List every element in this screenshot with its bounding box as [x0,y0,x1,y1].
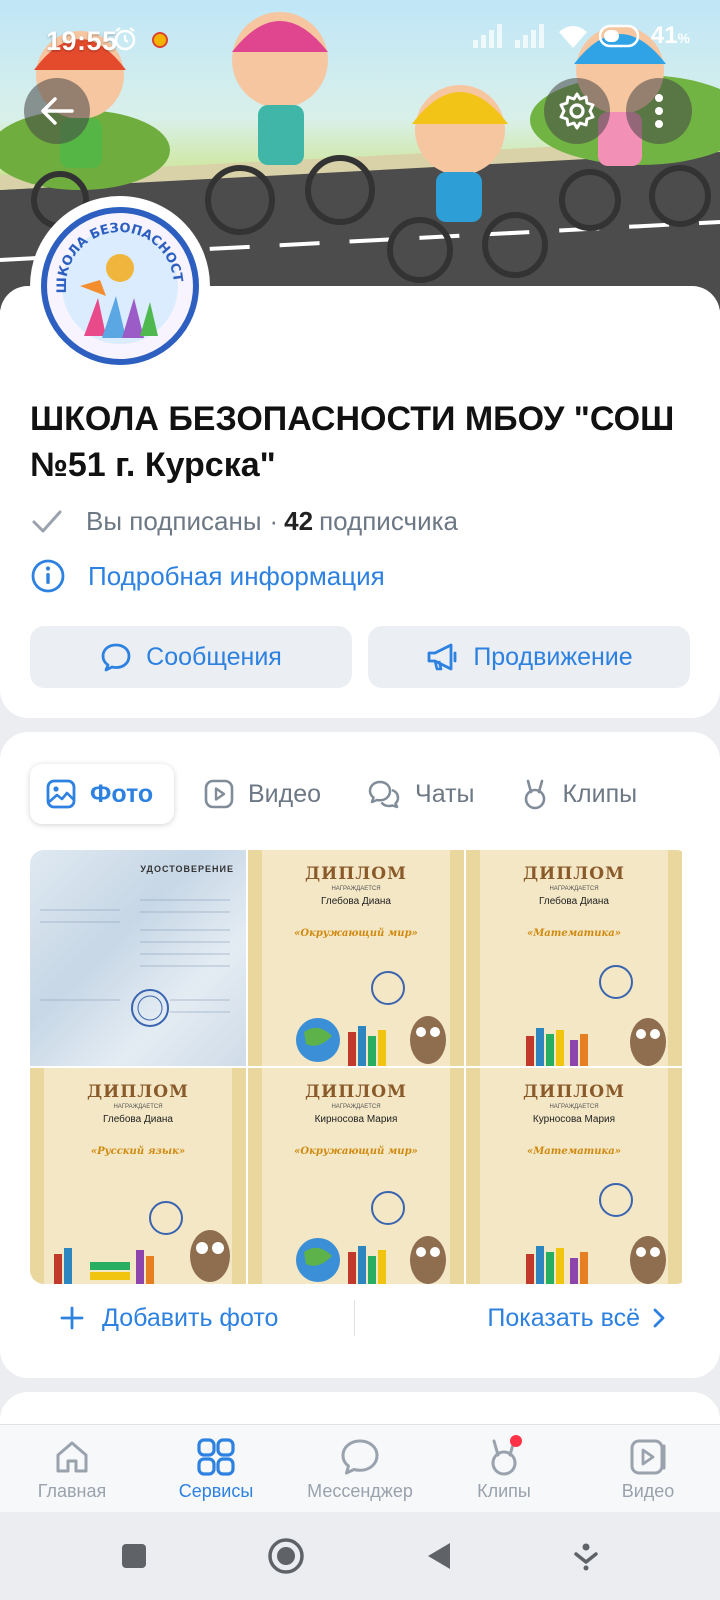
diploma-art-icon [466,850,682,1066]
more-vertical-icon [655,94,663,128]
status-time: 19:55 [46,26,118,56]
tab-chats-label: Чаты [415,779,475,808]
wifi-icon [558,26,587,48]
show-all-button[interactable]: Показать всё [355,1304,690,1333]
notification-badge [510,1435,522,1447]
battery-percent: 41 [650,22,678,49]
photo-thumbnail-3[interactable]: ДИПЛОМ НАГРАЖДАЕТСЯ Глебова Диана «Матем… [466,850,682,1066]
nav-video-label: Видео [621,1481,675,1501]
nav-services[interactable]: Сервисы [144,1425,288,1512]
chats-icon [368,780,400,809]
diploma-art-icon [248,850,464,1066]
tab-chats[interactable]: Чаты [351,764,490,824]
back-button[interactable] [24,78,90,144]
nav-home-label: Главная [37,1481,107,1501]
photo-thumbnail-4[interactable]: ДИПЛОМ НАГРАЖДАЕТСЯ Глебова Диана «Русск… [30,1068,246,1284]
nav-clips[interactable]: Клипы [432,1425,576,1512]
separator: · [269,505,279,536]
more-button[interactable] [626,78,692,144]
subscription-row[interactable]: Вы подписаны · 42 подписчика [30,504,458,538]
media-card: Фото Видео Чаты Клипы УДОСТОВЕРЕНИЕ ДИПЛ… [0,732,720,1378]
media-footer: Добавить фото Показать всё [30,1288,690,1348]
system-navigation-bar [0,1512,720,1600]
add-photo-button[interactable]: Добавить фото [30,1304,354,1333]
add-photo-label: Добавить фото [102,1303,279,1332]
action-buttons: Сообщения Продвижение [30,626,690,688]
home-icon [56,1441,88,1473]
photo-grid: УДОСТОВЕРЕНИЕ ДИПЛОМ НАГРАЖДАЕТСЯ Глебов… [30,850,690,1284]
nav-messenger[interactable]: Мессенджер [288,1425,432,1512]
keyboard-hide-icon[interactable] [571,1541,601,1571]
details-link-label: Подробная информация [88,560,385,591]
battery-icon [598,24,640,48]
photo-thumbnail-6[interactable]: ДИПЛОМ НАГРАЖДАЕТСЯ Курносова Мария «Мат… [466,1068,682,1284]
battery-unit: % [677,30,690,46]
messages-button[interactable]: Сообщения [30,626,352,688]
home-button-icon[interactable] [266,1536,306,1576]
clips-icon [525,779,546,810]
notification-app-icon [152,32,168,48]
settings-button[interactable] [544,78,610,144]
diploma-art-icon [248,1068,464,1284]
photo-thumbnail-1[interactable]: УДОСТОВЕРЕНИЕ [30,850,246,1066]
signal-icon [472,24,502,48]
status-bar: 19:55 41% [0,0,720,80]
nav-video[interactable]: Видео [576,1425,720,1512]
tab-photo-label: Фото [90,779,154,808]
group-avatar[interactable]: ШКОЛА БЕЗОПАСНОСТИ [30,196,210,376]
signal-icon-2 [514,24,544,48]
chevron-right-icon [653,1308,665,1328]
plus-icon [60,1306,84,1330]
messages-button-label: Сообщения [146,642,282,671]
gear-icon [559,92,595,130]
video-icon [204,779,234,809]
show-all-label: Показать всё [487,1303,640,1332]
alarm-icon [114,27,136,51]
arrow-left-icon [41,97,74,125]
diploma-art-icon [30,1068,246,1284]
photo-thumbnail-2[interactable]: ДИПЛОМ НАГРАЖДАЕТСЯ Глебова Диана «Окруж… [248,850,464,1066]
video-icon [630,1439,666,1475]
subscriber-count: 42 [284,505,314,536]
nav-clips-label: Клипы [477,1481,531,1501]
media-tabs: Фото Видео Чаты Клипы [30,764,690,824]
info-icon [31,559,65,593]
promotion-button[interactable]: Продвижение [368,626,690,688]
messenger-icon [341,1439,379,1475]
tab-clips[interactable]: Клипы [506,764,653,824]
promotion-button-label: Продвижение [473,642,633,671]
nav-services-label: Сервисы [178,1481,254,1501]
photo-thumbnail-5[interactable]: ДИПЛОМ НАГРАЖДАЕТСЯ Кирносова Мария «Окр… [248,1068,464,1284]
nav-messenger-label: Мессенджер [307,1481,413,1501]
group-title: ШКОЛА БЕЗОПАСНОСТИ МБОУ "СОШ №51 г. Курс… [30,400,675,484]
tab-clips-label: Клипы [562,779,638,808]
tab-video-label: Видео [248,779,322,808]
subscribed-label: Вы подписаны [86,505,262,536]
check-icon [32,510,62,533]
tab-video[interactable]: Видео [188,764,337,824]
message-bubble-icon [101,643,131,672]
group-logo-icon: ШКОЛА БЕЗОПАСНОСТИ [40,206,199,365]
subscriber-word: подписчика [319,505,459,536]
details-link[interactable]: Подробная информация [30,558,385,594]
certificate-image-icon [40,899,230,1027]
bottom-navigation: Главная Сервисы Мессенджер Клипы Видео [0,1424,720,1512]
megaphone-icon [427,643,457,671]
back-triangle-icon[interactable] [424,1540,454,1572]
recent-apps-icon[interactable] [119,1541,149,1571]
services-icon [197,1438,235,1476]
tab-photo[interactable]: Фото [30,764,174,824]
diploma-art-icon [466,1068,682,1284]
image-icon [46,779,76,809]
nav-home[interactable]: Главная [0,1425,144,1512]
